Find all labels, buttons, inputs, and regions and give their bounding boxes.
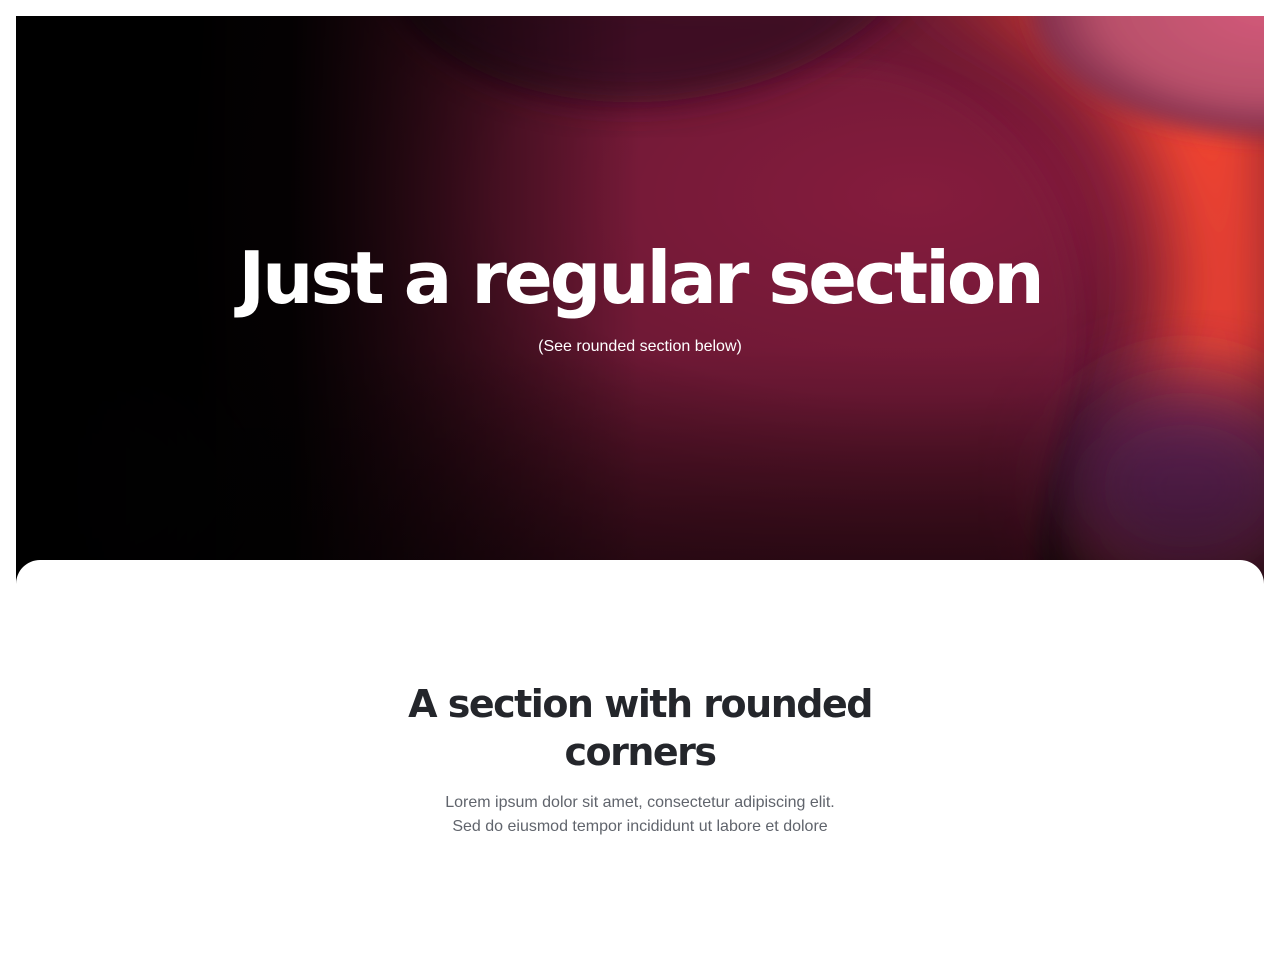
section-body-text: Lorem ipsum dolor sit amet, consectetur … <box>390 791 890 839</box>
hero-content: Just a regular section (See rounded sect… <box>16 16 1264 560</box>
section-body-line-2: Sed do eiusmod tempor incididunt ut labo… <box>452 818 828 835</box>
section-title: A section with rounded corners <box>408 682 873 774</box>
section-body-line-1: Lorem ipsum dolor sit amet, consectetur … <box>445 794 835 811</box>
hero-section: Just a regular section (See rounded sect… <box>16 16 1264 616</box>
page: Just a regular section (See rounded sect… <box>0 0 1280 976</box>
rounded-section: A section with rounded corners Lorem ips… <box>16 560 1264 976</box>
hero-title: Just a regular section <box>238 236 1044 320</box>
hero-subtitle: (See rounded section below) <box>538 338 742 355</box>
